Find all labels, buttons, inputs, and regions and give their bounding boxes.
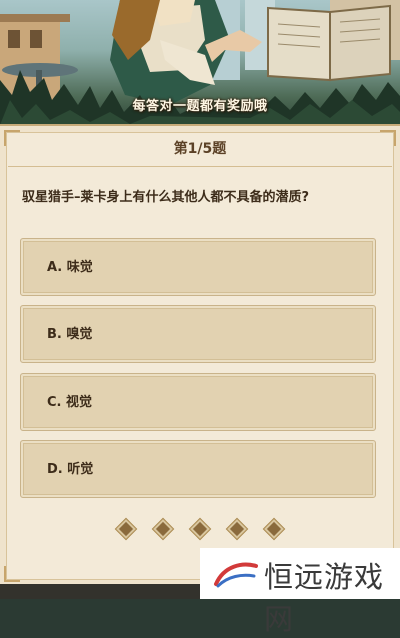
- diamond-icon: [267, 521, 282, 537]
- quiz-card: 第1/5题 驭星猎手–莱卡身上有什么其他人都不具备的潜质? A. 味觉 B. 嗅…: [0, 124, 400, 586]
- answer-option-c[interactable]: C. 视觉: [20, 373, 376, 431]
- divider: [8, 166, 392, 167]
- diamond-icon: [155, 521, 170, 537]
- page-indicator: [0, 519, 400, 539]
- answer-option-a[interactable]: A. 味觉: [20, 238, 376, 296]
- diamond-icon: [230, 521, 245, 537]
- question-text: 驭星猎手–莱卡身上有什么其他人都不具备的潜质?: [22, 190, 310, 205]
- answer-option-label: B. 嗅觉: [47, 327, 93, 342]
- answer-option-label: A. 味觉: [47, 260, 93, 275]
- card-corner-ornament: [4, 566, 20, 582]
- diamond-icon: [118, 521, 133, 537]
- diamond-icon: [192, 521, 208, 537]
- open-book-icon: [267, 4, 391, 82]
- reward-caption: 每答对一题都有奖励哦: [132, 99, 268, 114]
- answer-option-b[interactable]: B. 嗅觉: [20, 305, 376, 363]
- watermark-text: 恒远游戏网: [264, 560, 385, 636]
- answer-option-d[interactable]: D. 听觉: [20, 440, 376, 498]
- watermark: 恒远游戏网: [200, 548, 400, 636]
- header-banner: 每答对一题都有奖励哦: [0, 0, 400, 125]
- answer-option-label: D. 听觉: [47, 462, 94, 477]
- question-progress: 第1/5题: [173, 141, 227, 157]
- answer-option-label: C. 视觉: [47, 395, 93, 410]
- watermark-logo-icon: [214, 562, 258, 588]
